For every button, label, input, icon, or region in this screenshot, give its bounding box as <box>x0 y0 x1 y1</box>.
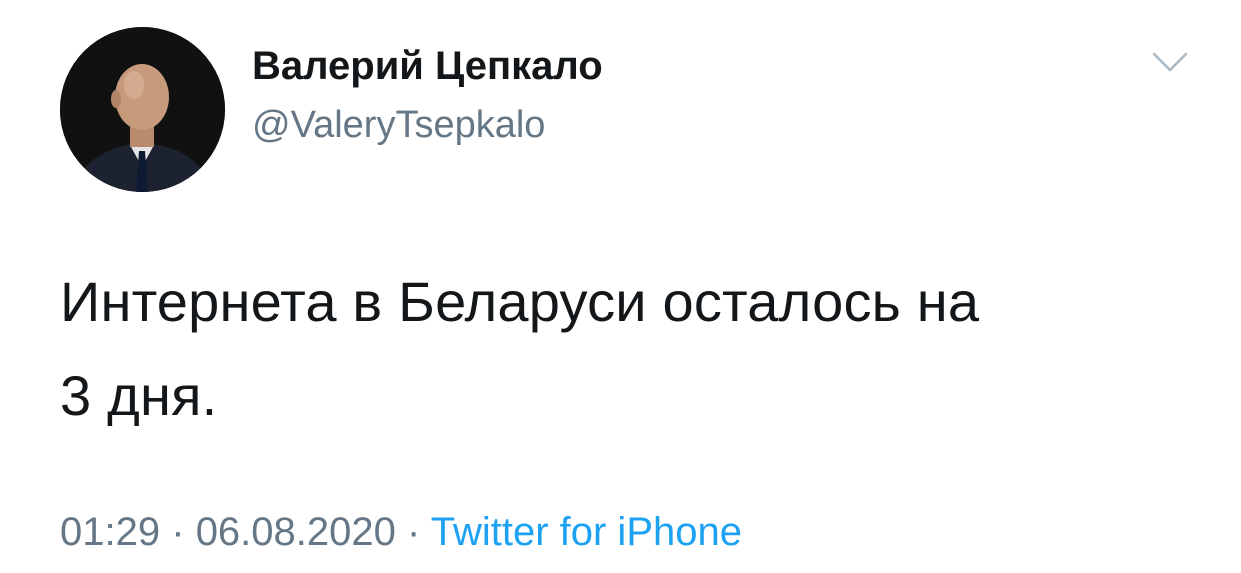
tweet-meta: 01:29 · 06.08.2020 · Twitter for iPhone <box>60 510 742 555</box>
tweet-date[interactable]: 06.08.2020 <box>196 510 396 554</box>
tweet-time[interactable]: 01:29 <box>60 510 160 554</box>
avatar[interactable] <box>60 27 225 192</box>
chevron-down-icon[interactable] <box>1150 50 1190 76</box>
meta-separator: · <box>171 510 185 554</box>
tweet-text-line: Интернета в Беларуси осталось на <box>60 270 980 333</box>
tweet-source-link[interactable]: Twitter for iPhone <box>431 510 742 554</box>
author-handle[interactable]: @ValeryTsepkalo <box>252 104 545 147</box>
avatar-photo-icon <box>60 27 225 192</box>
meta-separator: · <box>407 510 421 554</box>
tweet-text: Интернета в Беларуси осталось на 3 дня. <box>60 255 1190 443</box>
tweet-text-line: 3 дня. <box>60 364 218 427</box>
tweet-card: Валерий Цепкало @ValeryTsepkalo Интернет… <box>0 0 1241 573</box>
author-display-name[interactable]: Валерий Цепкало <box>252 44 603 89</box>
